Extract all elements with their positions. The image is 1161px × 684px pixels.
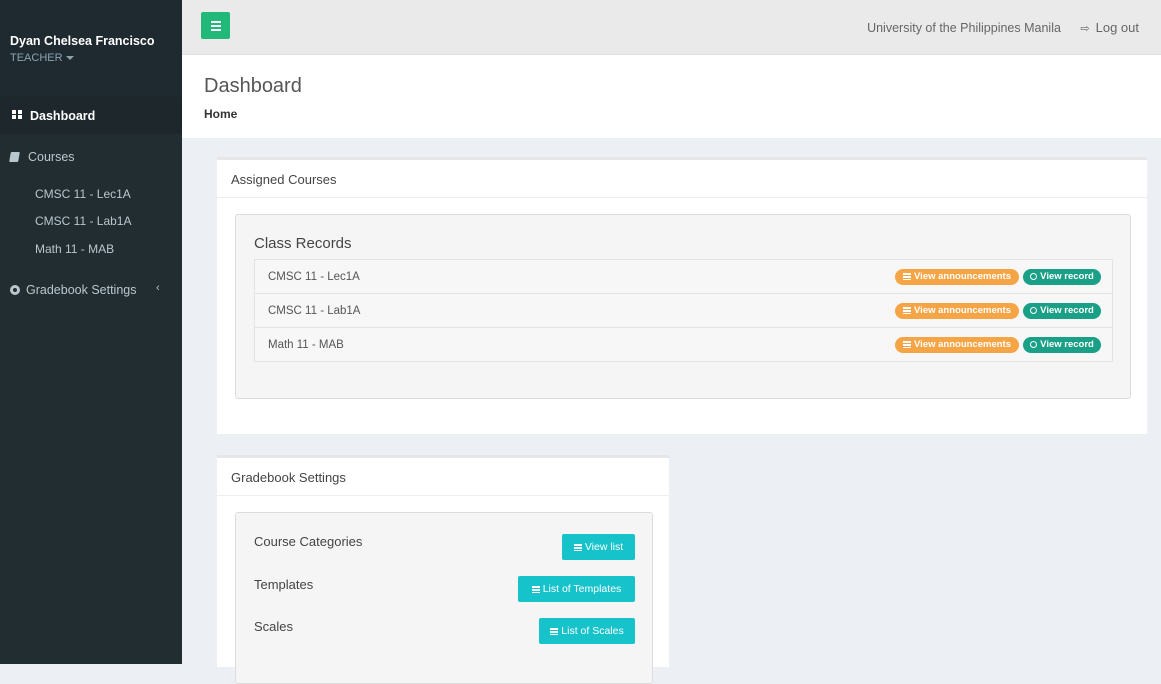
view-record-button[interactable]: View record (1023, 269, 1101, 285)
button-label: View announcements (914, 271, 1011, 282)
sidebar-item-gradebook-settings[interactable]: Gradebook Settings ‹ (0, 280, 182, 302)
sidebar-subitem-course[interactable]: Math 11 - MAB (35, 242, 114, 256)
sidebar-subitem-course[interactable]: CMSC 11 - Lec1A (35, 187, 131, 201)
list-of-templates-button[interactable]: List of Templates (518, 576, 635, 602)
course-categories-label: Course Categories (254, 534, 363, 549)
button-label: View list (584, 541, 624, 553)
list-icon (531, 586, 540, 593)
sidebar-item-label: Dashboard (30, 109, 96, 123)
sidebar-item-courses[interactable]: Courses (0, 146, 182, 168)
view-record-button[interactable]: View record (1023, 303, 1101, 319)
list-icon (903, 341, 912, 348)
logout-label: Log out (1095, 20, 1139, 35)
search-icon (1030, 341, 1038, 348)
course-name: CMSC 11 - Lab1A (268, 305, 361, 317)
list-of-scales-button[interactable]: List of Scales (539, 618, 635, 644)
sidebar-item-label: Gradebook Settings (26, 283, 137, 297)
button-label: View record (1040, 339, 1094, 350)
list-item: CMSC 11 - Lab1A View announcements View … (254, 293, 1113, 327)
institution-name: University of the Philippines Manila (867, 21, 1061, 35)
sidebar-subitem-course[interactable]: CMSC 11 - Lab1A (35, 214, 132, 228)
search-icon (1030, 273, 1038, 280)
caret-down-icon (65, 56, 74, 61)
class-records-panel: Class Records CMSC 11 - Lec1A View annou… (235, 214, 1131, 399)
list-icon (903, 273, 912, 280)
templates-label: Templates (254, 577, 314, 592)
box-title: Assigned Courses (231, 172, 337, 187)
button-label: List of Scales (561, 625, 624, 637)
list-icon (903, 307, 912, 314)
box-header: Gradebook Settings (217, 458, 669, 496)
list-icon (573, 544, 582, 551)
sidebar-item-dashboard[interactable]: Dashboard (0, 97, 182, 134)
scales-label: Scales (254, 619, 294, 634)
sidebar-item-label: Courses (28, 150, 75, 164)
gradebook-settings-panel: Course Categories View list Templates Li… (235, 512, 653, 684)
user-role-dropdown[interactable]: TEACHER (10, 52, 74, 64)
button-label: View record (1040, 271, 1094, 282)
search-icon (1030, 307, 1038, 314)
box-header: Assigned Courses (217, 160, 1147, 198)
list-item: Math 11 - MAB View announcements View re… (254, 327, 1113, 362)
th-large-icon (12, 110, 23, 120)
top-navbar: University of the Philippines Manila ⇨ Lo… (182, 0, 1161, 55)
button-label: View announcements (914, 339, 1011, 350)
list-icon (550, 628, 559, 635)
book-icon (9, 152, 20, 162)
view-announcements-button[interactable]: View announcements (895, 269, 1019, 285)
view-list-button[interactable]: View list (562, 534, 635, 560)
logout-link[interactable]: ⇨ Log out (1080, 20, 1139, 35)
user-panel: Dyan Chelsea Francisco TEACHER (0, 0, 182, 97)
gradebook-settings-box: Gradebook Settings Course Categories Vie… (217, 455, 669, 684)
view-record-button[interactable]: View record (1023, 337, 1101, 353)
view-announcements-button[interactable]: View announcements (895, 303, 1019, 319)
button-label: View record (1040, 305, 1094, 316)
list-item: CMSC 11 - Lec1A View announcements View … (254, 259, 1113, 293)
course-name: Math 11 - MAB (268, 339, 344, 351)
course-name: CMSC 11 - Lec1A (268, 271, 360, 283)
box-title: Gradebook Settings (231, 470, 346, 485)
button-label: List of Templates (542, 583, 622, 595)
sidebar-toggle-button[interactable] (201, 12, 230, 39)
sign-out-icon: ⇨ (1080, 23, 1090, 35)
button-label: View announcements (914, 305, 1011, 316)
chevron-left-icon: ‹ (156, 282, 160, 294)
cog-icon (10, 285, 20, 295)
header-right: University of the Philippines Manila ⇨ Lo… (867, 20, 1139, 35)
sidebar: Dyan Chelsea Francisco TEACHER Dashboard… (0, 0, 182, 664)
assigned-courses-box: Assigned Courses Class Records CMSC 11 -… (217, 157, 1147, 434)
user-role-label: TEACHER (10, 52, 63, 64)
page-title: Dashboard (204, 75, 302, 97)
breadcrumb[interactable]: Home (204, 107, 237, 121)
content-header: Dashboard Home (182, 55, 1161, 138)
user-name: Dyan Chelsea Francisco (10, 34, 155, 48)
view-announcements-button[interactable]: View announcements (895, 337, 1019, 353)
panel-heading: Class Records (254, 235, 352, 252)
class-records-list: CMSC 11 - Lec1A View announcements View … (254, 259, 1113, 362)
